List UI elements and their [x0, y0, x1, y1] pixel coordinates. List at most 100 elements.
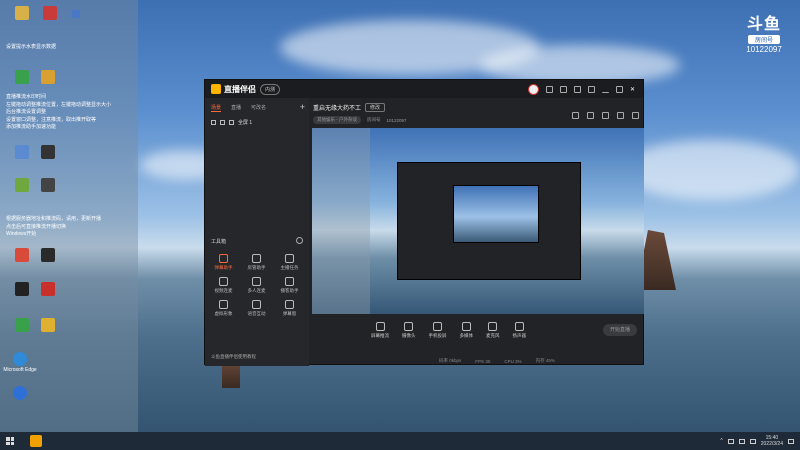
- tool-avatar[interactable]: 虚拟形象: [207, 300, 240, 317]
- status-value: 3%: [515, 358, 522, 364]
- settings-icon[interactable]: [574, 85, 581, 93]
- screen-capture-icon: [375, 322, 385, 331]
- media-icon: [461, 322, 471, 331]
- start-live-button[interactable]: 开始直播: [603, 324, 637, 336]
- close-icon[interactable]: ✕: [630, 86, 637, 93]
- status-value: 0kbps: [449, 358, 462, 363]
- preview-nested-window-inner: [453, 185, 539, 243]
- source-label: 扬声器: [512, 333, 527, 338]
- scene-label: 全屏 1: [238, 120, 253, 126]
- tool-label: 弹幕窗: [282, 311, 297, 316]
- preview-nested-window: [397, 162, 581, 280]
- message-icon[interactable]: [546, 85, 553, 93]
- desktop-icon-label: Microsoft Edge: [3, 367, 37, 373]
- tool-voice[interactable]: 语音互动: [240, 300, 273, 317]
- gift-icon[interactable]: [572, 112, 579, 119]
- notice-line: 直播推流水印时间: [6, 94, 47, 100]
- chevron-up-icon[interactable]: ^: [720, 438, 722, 444]
- edge-icon: [13, 352, 27, 366]
- network-icon[interactable]: [727, 438, 734, 444]
- stream-preview[interactable]: [312, 128, 644, 314]
- status-label: FPS: [475, 358, 485, 364]
- app-icon: [41, 178, 55, 192]
- settings-icon[interactable]: [617, 112, 624, 119]
- clock-date: 2022/3/24: [760, 441, 783, 447]
- tool-podcast[interactable]: 播客助手: [273, 277, 306, 294]
- desktop-icon[interactable]: [56, 10, 96, 19]
- tool-multi-link[interactable]: 多人连麦: [240, 277, 273, 294]
- app-icon: [15, 145, 29, 159]
- source-speaker[interactable]: 扬声器: [512, 322, 527, 339]
- source-label: 屏幕推流: [371, 333, 389, 338]
- tool-tasks[interactable]: 主播任务: [273, 254, 306, 271]
- share-icon[interactable]: [602, 112, 609, 119]
- status-value: 45%: [545, 358, 555, 363]
- source-media[interactable]: 多媒体: [460, 322, 473, 339]
- ime-icon[interactable]: [749, 438, 756, 444]
- tool-danmaku-window[interactable]: 弹幕窗: [273, 300, 306, 317]
- source-toolbar: 屏幕推流 摄像头 手机投屏 多媒体 麦克风 扬声器: [309, 320, 645, 350]
- toolbox-title: 工具箱: [211, 239, 227, 245]
- status-cpu: CPU 3%: [504, 359, 521, 364]
- user-icon: [252, 254, 261, 263]
- douyu-logo: 斗鱼: [746, 16, 781, 33]
- notification-icon[interactable]: [788, 438, 794, 444]
- volume-icon[interactable]: [738, 438, 745, 444]
- desktop-icon[interactable]: [28, 70, 68, 85]
- user-avatar[interactable]: [528, 83, 539, 95]
- clock[interactable]: 15:40 2022/3/24: [761, 435, 783, 447]
- source-screen[interactable]: 屏幕推流: [371, 322, 389, 339]
- desktop-icon[interactable]: [28, 318, 68, 333]
- lock-icon[interactable]: [220, 120, 225, 125]
- tool-room-admin[interactable]: 房管助手: [240, 254, 273, 271]
- notice-line: 设置提示水表显示数据: [6, 44, 57, 50]
- source-mic[interactable]: 麦克风: [486, 322, 500, 339]
- desktop-icon[interactable]: [28, 145, 68, 160]
- desktop-icon-edge[interactable]: Microsoft Edge: [0, 352, 40, 373]
- lock-icon[interactable]: [587, 112, 594, 119]
- tool-video-link[interactable]: 视频连麦: [207, 277, 240, 294]
- notice-block-2: 根据服务器地址和推流码，请用，更新开播 点击后可直接推流开播切换 Windows…: [6, 216, 101, 239]
- notice-line: 设置窗口调整，注意推流，取出推开取等: [6, 116, 97, 123]
- tab-scene[interactable]: 场景: [211, 104, 222, 112]
- add-scene-button[interactable]: +: [300, 102, 305, 112]
- qq-icon: [15, 282, 29, 296]
- menu-icon[interactable]: [588, 85, 595, 93]
- screen-icon[interactable]: [560, 85, 567, 93]
- windows-start-icon[interactable]: [6, 437, 14, 445]
- eye-icon[interactable]: [211, 120, 216, 125]
- phone-icon: [433, 322, 442, 331]
- tab-live[interactable]: 直播: [231, 104, 241, 112]
- tool-label: 播客助手: [280, 288, 299, 293]
- tab-rename[interactable]: 可改名: [251, 104, 266, 112]
- source-phone[interactable]: 手机投屏: [429, 322, 447, 339]
- app-icon: [41, 145, 55, 159]
- minimize-icon[interactable]: [602, 86, 609, 93]
- share-icon[interactable]: [632, 112, 639, 119]
- desktop-icon[interactable]: [28, 282, 68, 297]
- desktop-icon[interactable]: [0, 386, 40, 401]
- tool-label: 弹幕助手: [214, 265, 233, 270]
- notice-line: 点击后可直接推流开播切换: [6, 223, 67, 230]
- app-icon: [13, 386, 27, 400]
- desktop-icon[interactable]: [28, 178, 68, 193]
- category-badge[interactable]: 其他娱乐 - 户外杂谈: [313, 116, 361, 124]
- tool-label: 虚拟形象: [214, 311, 233, 316]
- desktop-icon[interactable]: [28, 248, 68, 263]
- app-title: 直播伴侣: [224, 84, 256, 94]
- taskbar-app-icon[interactable]: [30, 435, 42, 447]
- titlebar: 直播伴侣 内测 ✕: [205, 80, 643, 98]
- status-bar: 码率 0kbps FPS 30 CPU 3% 内存 45%: [309, 356, 645, 366]
- app-icon: [15, 318, 29, 332]
- source-camera[interactable]: 摄像头: [402, 322, 416, 339]
- toolbox-more-icon[interactable]: [296, 237, 303, 244]
- announcement[interactable]: 斗鱼直播伴侣使用教程: [211, 354, 256, 360]
- toolbox-grid: 弹幕助手 房管助手 主播任务 视频连麦 多人连麦 播客助手 虚拟形象 语音互动 …: [207, 254, 307, 317]
- avatar-icon: [219, 300, 228, 309]
- status-label: 内存: [535, 358, 545, 363]
- scene-item[interactable]: 全屏 1: [205, 115, 309, 130]
- tool-danmaku[interactable]: 弹幕助手: [207, 254, 240, 271]
- edit-title-button[interactable]: 修改: [365, 103, 386, 112]
- maximize-icon[interactable]: [616, 85, 623, 93]
- app-icon: [15, 178, 29, 192]
